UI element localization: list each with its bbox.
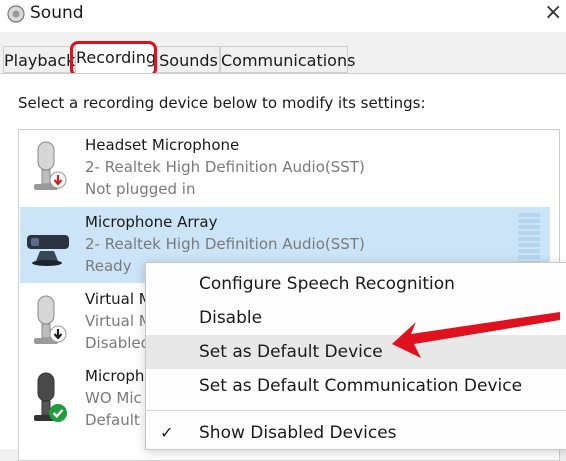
device-status: Disabled [85,334,151,352]
device-driver: Virtual M [85,312,152,330]
context-menu: Configure Speech Recognition Disable Set… [145,262,566,450]
device-name: Microphone Array [85,213,218,231]
tab-playback[interactable]: Playback [3,46,75,73]
device-name: Headset Microphone [85,136,240,154]
menu-item-disable[interactable]: Disable [146,301,566,335]
menu-item-set-default-device[interactable]: Set as Default Device [146,335,566,369]
microphone-unplugged-icon [34,141,67,190]
menu-item-show-disabled-devices[interactable]: ✓ Show Disabled Devices [146,416,566,450]
device-driver: WO Mic [85,389,142,407]
menu-item-set-default-communication[interactable]: Set as Default Communication Device [146,369,566,403]
device-name: Virtual M [85,290,152,308]
menu-item-configure-speech[interactable]: Configure Speech Recognition [146,267,566,301]
tab-communications[interactable]: Communications [220,46,355,73]
title-bar: Sound × [0,0,566,32]
tab-recording[interactable]: Recording [75,43,156,74]
microphone-array-icon [27,235,69,266]
microphone-disabled-icon [34,295,67,344]
menu-item-label: Show Disabled Devices [199,423,397,443]
device-driver: 2- Realtek High Definition Audio(SST) [85,158,365,176]
close-button[interactable]: × [544,0,562,25]
tab-sounds[interactable]: Sounds [157,46,220,73]
checkmark-icon: ✓ [160,423,174,442]
tab-bar: Playback Recording Sounds Communications [0,32,566,74]
microphone-default-icon [34,372,67,422]
device-driver: 2- Realtek High Definition Audio(SST) [85,235,365,253]
device-name: Microph [85,367,145,385]
device-status: Not plugged in [85,180,196,198]
window-title: Sound [30,3,84,23]
list-item[interactable]: Headset Microphone 2- Realtek High Defin… [20,130,550,206]
device-status: Ready [85,257,132,275]
instruction-text: Select a recording device below to modif… [18,94,426,112]
menu-separator [146,410,566,411]
speaker-icon [7,5,25,23]
